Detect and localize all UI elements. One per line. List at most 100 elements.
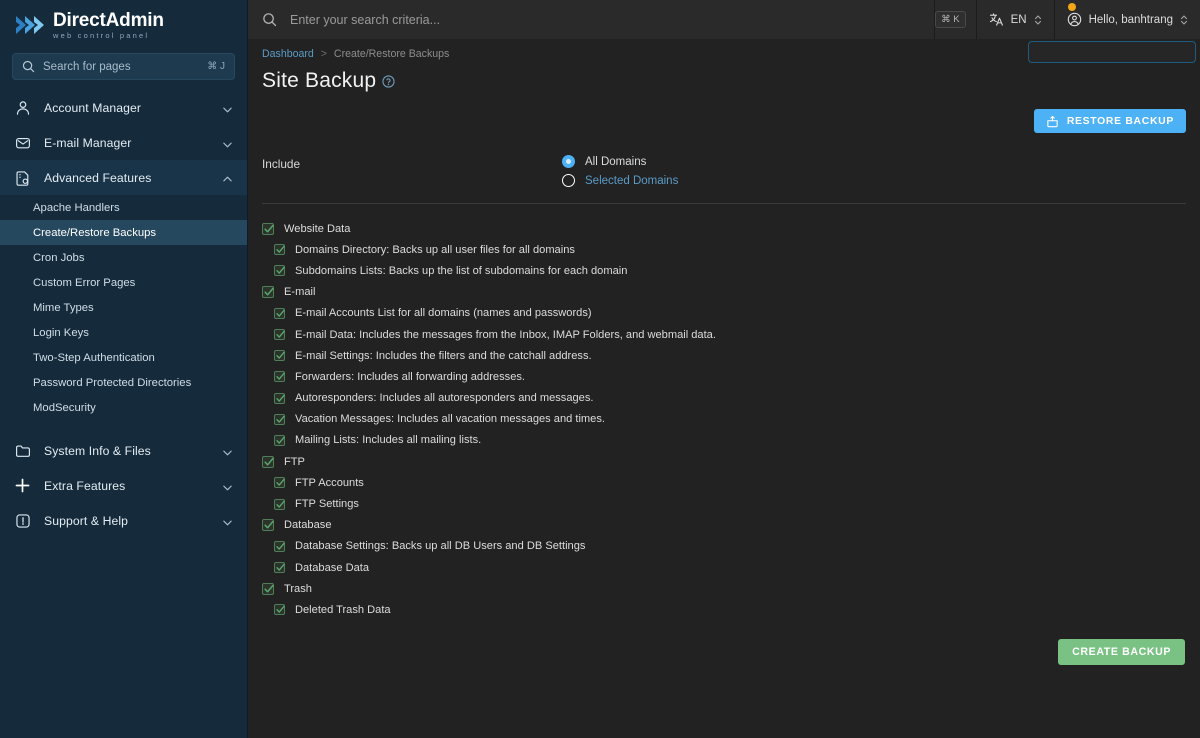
backup-item-label: Database Settings: Backs up all DB Users…: [295, 540, 586, 553]
backup-item-label: FTP Accounts: [295, 476, 364, 489]
sidebar-group-label: E-mail Manager: [44, 135, 132, 150]
restore-backup-label: RESTORE BACKUP: [1066, 115, 1174, 127]
radio-label: Selected Domains: [585, 174, 679, 187]
search-icon: [262, 12, 277, 27]
radio-indicator: [562, 155, 575, 168]
backup-item-subdomains-lists[interactable]: Subdomains Lists: Backs up the list of s…: [262, 260, 1186, 281]
chevron-down-icon: [222, 137, 233, 148]
radio-selected-domains[interactable]: Selected Domains: [562, 174, 678, 187]
sidebar-item-label: Two-Step Authentication: [33, 351, 155, 364]
backup-item-website-data[interactable]: Website Data: [262, 218, 1186, 239]
app-root: DirectAdmin web control panel Search for…: [0, 0, 1200, 738]
translate-icon: [989, 12, 1004, 27]
brand-logo[interactable]: DirectAdmin web control panel: [0, 0, 247, 48]
backup-item-ftp[interactable]: FTP: [262, 451, 1186, 472]
checkbox-indicator: [274, 434, 285, 446]
radio-all-domains[interactable]: All Domains: [562, 155, 678, 168]
sidebar-subnav-advanced-features: Apache Handlers Create/Restore Backups C…: [0, 195, 247, 420]
sidebar-group-email-manager[interactable]: E-mail Manager: [0, 125, 247, 160]
chevron-up-icon: [222, 172, 233, 183]
backup-item-deleted-trash-data[interactable]: Deleted Trash Data: [262, 599, 1186, 620]
breadcrumb-current: Create/Restore Backups: [333, 48, 450, 60]
backup-item-label: Website Data: [284, 222, 351, 235]
chevron-down-icon: [222, 445, 233, 456]
checkbox-indicator: [274, 371, 285, 383]
sidebar-group-system-info-files[interactable]: System Info & Files: [0, 433, 247, 468]
page-title-row: Site Backup: [262, 69, 1186, 93]
breadcrumb-dashboard-link[interactable]: Dashboard: [262, 48, 314, 60]
sidebar-item-label: Create/Restore Backups: [33, 226, 157, 239]
sidebar-item-mime-types[interactable]: Mime Types: [0, 295, 247, 320]
backup-item-email-accounts-list[interactable]: E-mail Accounts List for all domains (na…: [262, 303, 1186, 324]
create-backup-button[interactable]: CREATE BACKUP: [1058, 638, 1185, 665]
restore-icon: [1046, 115, 1059, 128]
backup-item-autoresponders[interactable]: Autoresponders: Includes all autorespond…: [262, 388, 1186, 409]
sidebar-item-two-step-authentication[interactable]: Two-Step Authentication: [0, 345, 247, 370]
sidebar-item-custom-error-pages[interactable]: Custom Error Pages: [0, 270, 247, 295]
backup-item-database-settings[interactable]: Database Settings: Backs up all DB Users…: [262, 536, 1186, 557]
global-search-placeholder: Enter your search criteria...: [290, 12, 441, 27]
notification-badge[interactable]: [1068, 3, 1076, 11]
backup-item-ftp-accounts[interactable]: FTP Accounts: [262, 472, 1186, 493]
envelope-icon: [14, 134, 31, 151]
backup-item-vacation-messages[interactable]: Vacation Messages: Includes all vacation…: [262, 409, 1186, 430]
user-greeting: Hello, banhtrang: [1088, 13, 1173, 26]
plus-icon: [14, 477, 31, 494]
backup-item-label: E-mail: [284, 286, 316, 299]
checkbox-indicator: [274, 329, 285, 341]
sidebar-item-password-protected-directories[interactable]: Password Protected Directories: [0, 370, 247, 395]
sidebar-group-label: Advanced Features: [44, 170, 152, 185]
checkbox-indicator: [274, 265, 285, 277]
question-circle-icon[interactable]: [382, 74, 395, 88]
checkbox-indicator: [274, 307, 285, 319]
backup-item-label: FTP: [284, 455, 305, 468]
backup-item-label: Domains Directory: Backs up all user fil…: [295, 243, 575, 256]
backup-item-label: Database Data: [295, 561, 370, 574]
domain-scope-radio-group: All Domains Selected Domains: [562, 155, 678, 187]
checkbox-indicator: [262, 455, 274, 468]
backup-item-ftp-settings[interactable]: FTP Settings: [262, 493, 1186, 514]
backup-item-email-settings[interactable]: E-mail Settings: Includes the filters an…: [262, 345, 1186, 366]
sidebar-item-create-restore-backups[interactable]: Create/Restore Backups: [0, 220, 247, 245]
sidebar-item-label: Password Protected Directories: [33, 376, 192, 389]
sidebar-item-cron-jobs[interactable]: Cron Jobs: [0, 245, 247, 270]
focused-input-outline[interactable]: [1028, 41, 1196, 63]
sidebar-item-apache-handlers[interactable]: Apache Handlers: [0, 195, 247, 220]
sidebar-group-label: Extra Features: [44, 478, 126, 493]
backup-item-forwarders[interactable]: Forwarders: Includes all forwarding addr…: [262, 366, 1186, 387]
sidebar-group-support-help[interactable]: Support & Help: [0, 503, 247, 538]
backup-item-trash[interactable]: Trash: [262, 578, 1186, 599]
backup-item-label: Subdomains Lists: Backs up the list of s…: [295, 264, 628, 277]
user-circle-icon: [1067, 12, 1082, 27]
sidebar-group-account-manager[interactable]: Account Manager: [0, 90, 247, 125]
folder-icon: [14, 442, 31, 459]
backup-item-email-data[interactable]: E-mail Data: Includes the messages from …: [262, 324, 1186, 345]
backup-item-label: Trash: [284, 582, 312, 595]
global-search-input[interactable]: Enter your search criteria...: [248, 0, 936, 39]
sidebar-search-input[interactable]: Search for pages ⌘ J: [12, 53, 235, 80]
restore-backup-button[interactable]: RESTORE BACKUP: [1033, 109, 1186, 133]
sidebar-item-label: Cron Jobs: [33, 251, 85, 264]
sidebar-item-login-keys[interactable]: Login Keys: [0, 320, 247, 345]
brand-subtitle: web control panel: [53, 30, 150, 40]
language-selector[interactable]: EN: [975, 0, 1054, 39]
backup-item-domains-directory[interactable]: Domains Directory: Backs up all user fil…: [262, 239, 1186, 260]
backup-item-mailing-lists[interactable]: Mailing Lists: Includes all mailing list…: [262, 430, 1186, 451]
create-action-row: CREATE BACKUP: [262, 638, 1186, 665]
sidebar-group-advanced-features[interactable]: Advanced Features: [0, 160, 247, 195]
restore-action-row: RESTORE BACKUP: [262, 109, 1186, 133]
topbar: Enter your search criteria... ⌘ K EN Hel…: [248, 0, 1200, 39]
backup-item-database-data[interactable]: Database Data: [262, 557, 1186, 578]
backup-item-label: E-mail Data: Includes the messages from …: [295, 328, 716, 341]
backup-item-email[interactable]: E-mail: [262, 282, 1186, 303]
search-icon: [22, 60, 35, 73]
checkbox-indicator: [262, 582, 274, 595]
checkbox-indicator: [274, 413, 285, 425]
backup-item-label: Forwarders: Includes all forwarding addr…: [295, 370, 525, 383]
sidebar-item-modsecurity[interactable]: ModSecurity: [0, 395, 247, 420]
checkbox-indicator: [274, 350, 285, 362]
double-chevron-icon: [14, 12, 48, 38]
backup-item-database[interactable]: Database: [262, 515, 1186, 536]
sidebar-group-extra-features[interactable]: Extra Features: [0, 468, 247, 503]
page-content: Dashboard > Create/Restore Backups Site …: [248, 39, 1200, 738]
